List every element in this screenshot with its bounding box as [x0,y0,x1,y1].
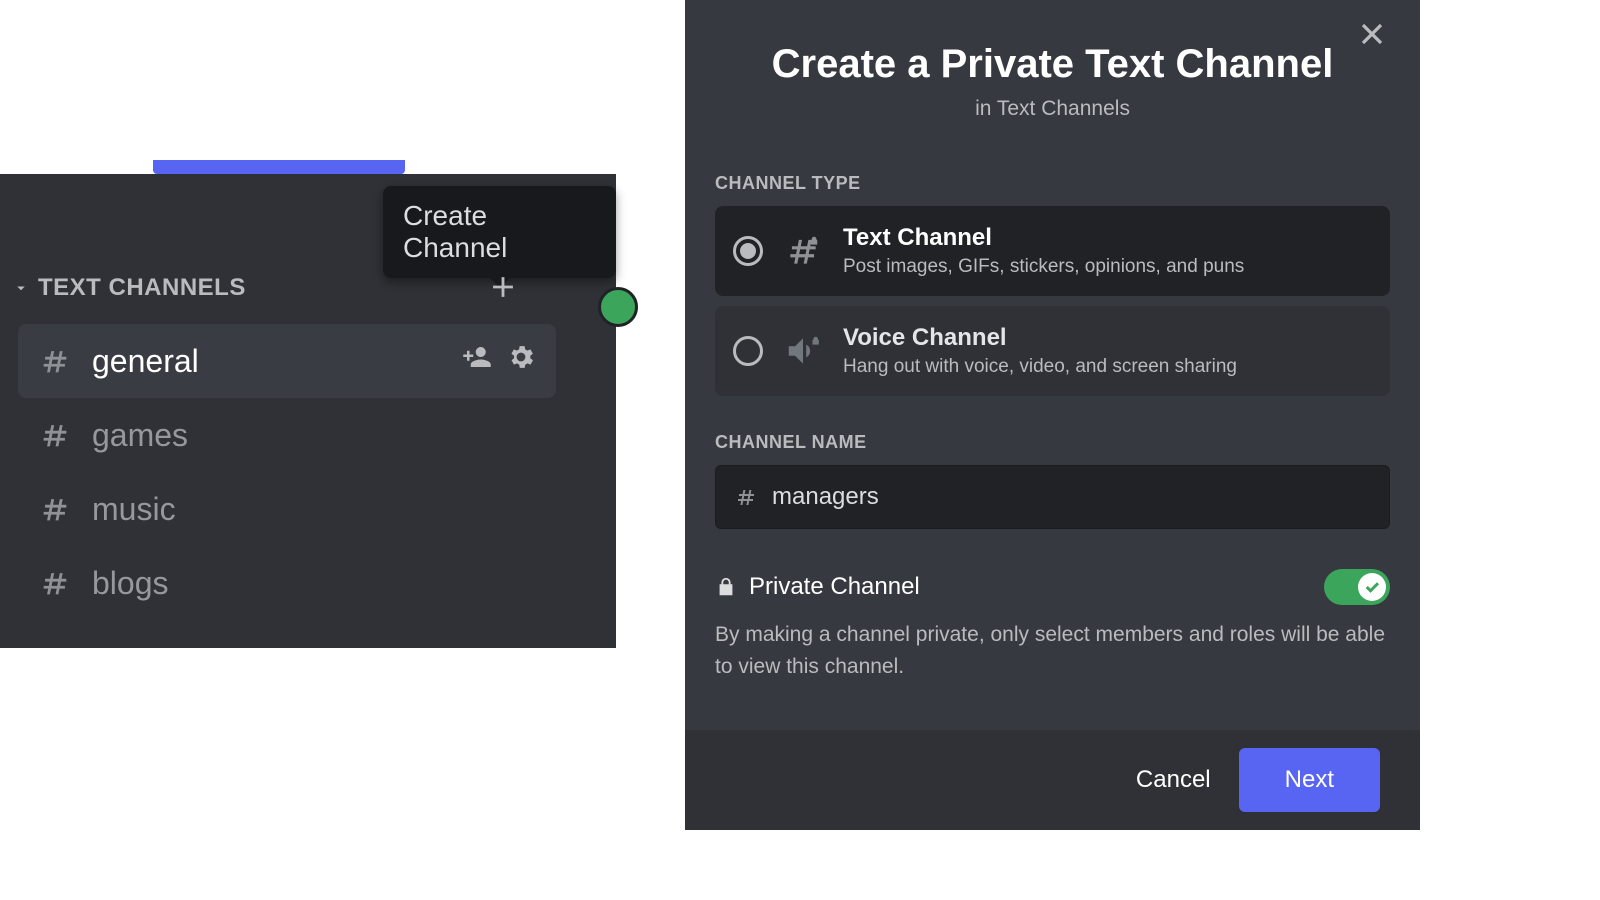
invite-people-icon[interactable] [462,342,492,380]
gear-icon[interactable] [506,342,536,380]
channel-name: general [92,343,199,380]
hash-icon [38,344,72,378]
type-description: Hang out with voice, video, and screen s… [843,356,1237,378]
private-channel-description: By making a channel private, only select… [715,619,1390,682]
next-button[interactable]: Next [1239,748,1380,812]
channel-name-input-wrap[interactable] [715,465,1390,529]
speaker-lock-icon [783,332,823,370]
toggle-knob [1358,573,1386,601]
hash-icon [38,492,72,526]
chevron-down-icon [12,279,30,297]
channel-name-input[interactable] [772,483,1371,511]
close-button[interactable] [1354,16,1390,57]
channel-type-voice[interactable]: Voice Channel Hang out with voice, video… [715,306,1390,396]
create-channel-modal: Create a Private Text Channel in Text Ch… [685,0,1420,830]
cancel-button[interactable]: Cancel [1136,766,1211,794]
hash-icon [734,485,758,509]
channel-type-text[interactable]: Text Channel Post images, GIFs, stickers… [715,206,1390,296]
lock-icon [715,576,737,598]
create-channel-button[interactable] [486,270,520,309]
type-description: Post images, GIFs, stickers, opinions, a… [843,256,1244,278]
channel-sidebar: Create Channel TEXT CHANNELS general [0,174,616,648]
channel-item-games[interactable]: games [18,398,556,472]
type-title: Voice Channel [843,324,1237,352]
type-title: Text Channel [843,224,1244,252]
hash-icon [38,566,72,600]
channel-item-blogs[interactable]: blogs [18,546,556,620]
new-badge-accent [153,160,405,174]
section-label-channel-name: CHANNEL NAME [715,432,1420,453]
private-channel-label: Private Channel [749,573,920,601]
modal-footer: Cancel Next [685,730,1420,830]
close-icon [1354,16,1390,52]
modal-title: Create a Private Text Channel [685,42,1420,87]
private-channel-toggle[interactable] [1324,569,1390,605]
channel-item-general[interactable]: general [18,324,556,398]
category-label: TEXT CHANNELS [38,274,246,302]
radio-text-channel[interactable] [733,236,763,266]
channel-name: blogs [92,565,169,602]
channel-name: games [92,417,188,454]
channel-name: music [92,491,176,528]
check-icon [1363,578,1381,596]
modal-subtitle: in Text Channels [685,97,1420,121]
plus-icon [486,270,520,304]
create-channel-tooltip: Create Channel [383,186,616,278]
section-label-channel-type: CHANNEL TYPE [715,173,1420,194]
radio-voice-channel[interactable] [733,336,763,366]
voice-connected-indicator[interactable] [598,287,638,327]
category-header-text-channels[interactable]: TEXT CHANNELS [12,274,246,302]
channel-list: general games music [18,324,556,620]
channel-item-music[interactable]: music [18,472,556,546]
hash-lock-icon [783,232,823,270]
hash-icon [38,418,72,452]
private-channel-row: Private Channel [715,569,1390,605]
